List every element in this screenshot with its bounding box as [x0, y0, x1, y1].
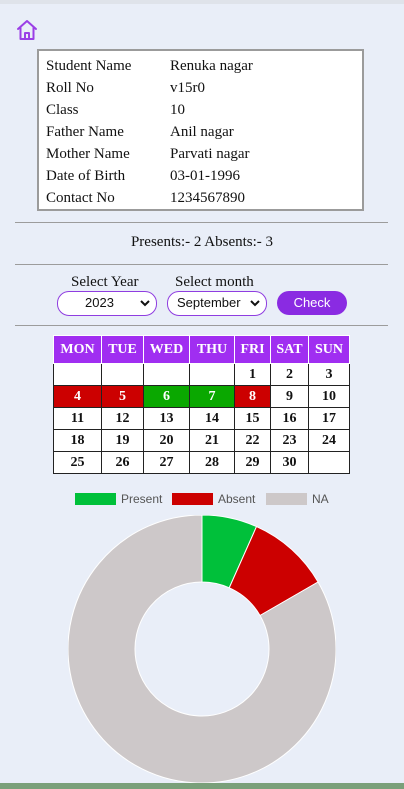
calendar-day: 4 [53, 385, 102, 408]
info-value: Renuka nagar [170, 58, 253, 74]
calendar-day: 5 [101, 385, 144, 408]
chevron-down-icon [140, 300, 150, 307]
month-select[interactable]: September [167, 291, 267, 316]
attendance-summary: Presents:- 2 Absents:- 3 [130, 234, 274, 250]
legend-label: Present [121, 492, 163, 506]
calendar-day: 6 [143, 385, 190, 408]
calendar-day: 16 [270, 407, 309, 430]
calendar-week-row: 11 12 13 14 15 16 17 [53, 407, 350, 430]
divider [15, 222, 388, 223]
legend-label: NA [312, 492, 329, 506]
calendar-day: 7 [189, 385, 235, 408]
info-value: 10 [170, 102, 185, 118]
calendar-header-row: MON TUE WED THU FRI SAT SUN [53, 335, 350, 364]
info-value: Anil nagar [170, 124, 234, 140]
weekday-header: FRI [234, 335, 271, 364]
calendar-day: 15 [234, 407, 271, 430]
bottom-taskbar-strip [0, 783, 404, 789]
info-label: Class [46, 102, 79, 118]
weekday-header: SUN [308, 335, 350, 364]
info-label: Father Name [46, 124, 124, 140]
legend-swatch-na [266, 493, 307, 505]
calendar-day: 30 [270, 451, 309, 474]
attendance-donut-chart [68, 515, 336, 783]
calendar-day: 9 [270, 385, 309, 408]
weekday-header: WED [143, 335, 190, 364]
calendar-day: 20 [143, 429, 190, 452]
calendar-day: 28 [189, 451, 235, 474]
info-label: Roll No [46, 80, 94, 96]
calendar-day [101, 363, 144, 386]
calendar-day: 21 [189, 429, 235, 452]
check-button[interactable]: Check [277, 291, 347, 315]
info-value: 03-01-1996 [170, 168, 240, 184]
weekday-header: SAT [270, 335, 309, 364]
calendar-day: 23 [270, 429, 309, 452]
legend-label: Absent [218, 492, 256, 506]
attendance-calendar: MON TUE WED THU FRI SAT SUN 1 2 3 4 5 6 … [53, 335, 350, 474]
info-label: Mother Name [46, 146, 130, 162]
divider [15, 325, 388, 326]
home-icon[interactable] [15, 18, 39, 42]
weekday-header: THU [189, 335, 235, 364]
month-label: Select month [175, 274, 254, 290]
calendar-day: 13 [143, 407, 190, 430]
info-label: Student Name [46, 58, 132, 74]
calendar-day: 25 [53, 451, 102, 474]
year-select[interactable]: 2023 [57, 291, 157, 316]
calendar-week-row: 4 5 6 7 8 9 10 [53, 385, 350, 408]
calendar-day: 3 [308, 363, 350, 386]
calendar-day: 14 [189, 407, 235, 430]
year-label: Select Year [71, 274, 139, 290]
calendar-day [143, 363, 190, 386]
calendar-day: 19 [101, 429, 144, 452]
info-label: Contact No [46, 190, 115, 206]
calendar-day [308, 451, 350, 474]
info-value: v15r0 [170, 80, 205, 96]
calendar-day [189, 363, 235, 386]
top-strip [0, 0, 404, 4]
calendar-day: 1 [234, 363, 271, 386]
legend-swatch-absent [172, 493, 213, 505]
year-select-value: 2023 [85, 295, 114, 310]
calendar-day: 22 [234, 429, 271, 452]
calendar-week-row: 18 19 20 21 22 23 24 [53, 429, 350, 452]
calendar-day: 8 [234, 385, 271, 408]
divider [15, 264, 388, 265]
student-info-card: Student Name Renuka nagar Roll No v15r0 … [37, 49, 364, 211]
legend-swatch-present [75, 493, 116, 505]
info-label: Date of Birth [46, 168, 126, 184]
calendar-day [53, 363, 102, 386]
calendar-day: 11 [53, 407, 102, 430]
calendar-week-row: 1 2 3 [53, 363, 350, 386]
calendar-week-row: 25 26 27 28 29 30 [53, 451, 350, 474]
calendar-day: 2 [270, 363, 309, 386]
calendar-day: 29 [234, 451, 271, 474]
calendar-day: 10 [308, 385, 350, 408]
weekday-header: MON [53, 335, 102, 364]
chevron-down-icon [250, 300, 260, 307]
calendar-day: 27 [143, 451, 190, 474]
month-select-value: September [177, 295, 241, 310]
info-value: 1234567890 [170, 190, 245, 206]
calendar-day: 17 [308, 407, 350, 430]
calendar-day: 18 [53, 429, 102, 452]
calendar-day: 26 [101, 451, 144, 474]
weekday-header: TUE [101, 335, 144, 364]
info-value: Parvati nagar [170, 146, 250, 162]
calendar-day: 24 [308, 429, 350, 452]
calendar-day: 12 [101, 407, 144, 430]
